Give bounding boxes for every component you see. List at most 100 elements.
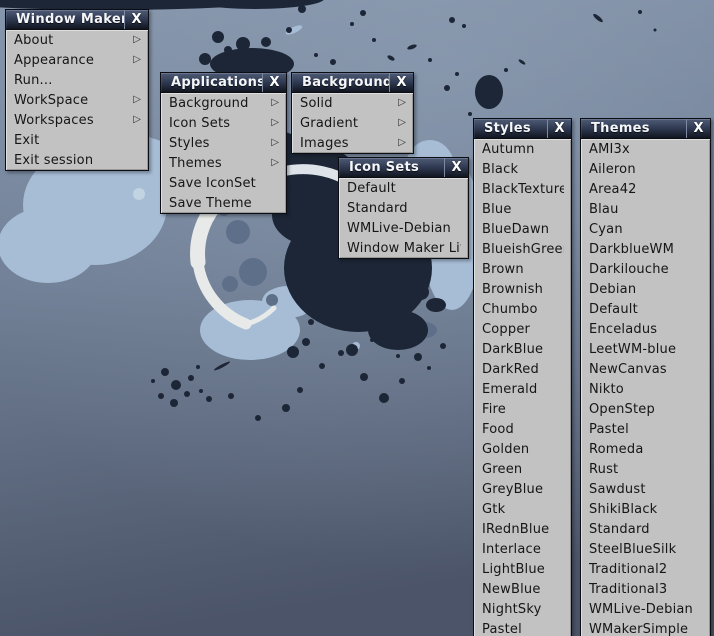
menu-item[interactable]: Blau <box>581 199 710 219</box>
menu-item[interactable]: Save IconSet <box>161 173 286 193</box>
menu-item[interactable]: Golden <box>474 439 571 459</box>
menu-item[interactable]: BlueishGreen <box>474 239 571 259</box>
menu-item-label: Golden <box>482 442 564 457</box>
menu-item-label: Run... <box>14 73 141 88</box>
menu-item[interactable]: Emerald <box>474 379 571 399</box>
menu-item[interactable]: NightSky <box>474 599 571 619</box>
menu-item[interactable]: Fire <box>474 399 571 419</box>
menu-item[interactable]: BlueDawn <box>474 219 571 239</box>
menu-item[interactable]: Standard <box>581 519 710 539</box>
menu-item[interactable]: Default <box>581 299 710 319</box>
menu-item[interactable]: Gtk <box>474 499 571 519</box>
close-button[interactable]: X <box>389 73 413 92</box>
menu-item[interactable]: Gradient▷ <box>292 113 413 133</box>
menu-item[interactable]: Green <box>474 459 571 479</box>
menu-item[interactable]: Aileron <box>581 159 710 179</box>
titlebar-window-maker[interactable]: Window Maker X <box>5 9 149 30</box>
menu-item[interactable]: DarkBlue <box>474 339 571 359</box>
menu-item-label: DarkRed <box>482 362 564 377</box>
titlebar-themes[interactable]: Themes X <box>580 118 711 139</box>
menu-item[interactable]: Brownish <box>474 279 571 299</box>
titlebar-styles[interactable]: Styles X <box>473 118 572 139</box>
submenu-arrow-icon: ▷ <box>271 118 279 128</box>
menu-item[interactable]: Brown <box>474 259 571 279</box>
menu-item[interactable]: DarkRed <box>474 359 571 379</box>
close-button[interactable]: X <box>686 119 710 138</box>
close-button[interactable]: X <box>547 119 571 138</box>
menu-item[interactable]: NewCanvas <box>581 359 710 379</box>
titlebar-applications[interactable]: Applications X <box>160 72 287 93</box>
close-icon: X <box>554 122 564 135</box>
menu-item[interactable]: BlackTexture <box>474 179 571 199</box>
menu-item[interactable]: Nikto <box>581 379 710 399</box>
menu-item[interactable]: Copper <box>474 319 571 339</box>
menu-item[interactable]: LeetWM-blue <box>581 339 710 359</box>
menu-item-label: Exit session <box>14 153 141 168</box>
menu-item[interactable]: Solid▷ <box>292 93 413 113</box>
menu-item[interactable]: Pastel <box>581 419 710 439</box>
menu-item[interactable]: Sawdust <box>581 479 710 499</box>
menu-item[interactable]: Enceladus <box>581 319 710 339</box>
menu-title: Themes <box>581 119 686 138</box>
menu-item[interactable]: Run... <box>6 70 148 90</box>
menu-item[interactable]: Images▷ <box>292 133 413 153</box>
menu-item[interactable]: Styles▷ <box>161 133 286 153</box>
menu-item[interactable]: Autumn <box>474 139 571 159</box>
menu-item[interactable]: Default <box>339 178 468 198</box>
menu-item[interactable]: Exit <box>6 130 148 150</box>
menu-item[interactable]: Traditional3 <box>581 579 710 599</box>
menu-item[interactable]: WMakerSimple <box>581 619 710 636</box>
menu-item[interactable]: DarkblueWM <box>581 239 710 259</box>
menu-item[interactable]: IRednBlue <box>474 519 571 539</box>
titlebar-icon-sets[interactable]: Icon Sets X <box>338 157 469 178</box>
menu-item[interactable]: Workspaces▷ <box>6 110 148 130</box>
menu-item-label: Themes <box>169 156 267 171</box>
menu-item[interactable]: WMLive-Debian <box>339 218 468 238</box>
menu-item[interactable]: Romeda <box>581 439 710 459</box>
menu-item[interactable]: GreyBlue <box>474 479 571 499</box>
menu-item[interactable]: Blue <box>474 199 571 219</box>
menu-item[interactable]: NewBlue <box>474 579 571 599</box>
menu-item[interactable]: WMLive-Debian <box>581 599 710 619</box>
menu-title: Window Maker <box>6 10 124 29</box>
menu-item[interactable]: Black <box>474 159 571 179</box>
submenu-arrow-icon: ▷ <box>133 115 141 125</box>
menu-background: Background X Solid▷Gradient▷Images▷ <box>291 72 414 154</box>
close-button[interactable]: X <box>444 158 468 177</box>
menu-item-label: Standard <box>589 522 703 537</box>
menu-item[interactable]: Themes▷ <box>161 153 286 173</box>
menu-item[interactable]: LightBlue <box>474 559 571 579</box>
menu-item[interactable]: Darkilouche <box>581 259 710 279</box>
menu-item[interactable]: ShikiBlack <box>581 499 710 519</box>
menu-item-label: Emerald <box>482 382 564 397</box>
menu-item[interactable]: Rust <box>581 459 710 479</box>
menu-item[interactable]: Debian <box>581 279 710 299</box>
menu-item[interactable]: Save Theme <box>161 193 286 213</box>
menu-item-label: Appearance <box>14 53 129 68</box>
menu-item[interactable]: About▷ <box>6 30 148 50</box>
menu-item[interactable]: OpenStep <box>581 399 710 419</box>
menu-item[interactable]: Pastel <box>474 619 571 636</box>
menu-item-label: Images <box>300 136 394 151</box>
menu-item[interactable]: Food <box>474 419 571 439</box>
menu-item[interactable]: SteelBlueSilk <box>581 539 710 559</box>
menu-item[interactable]: Chumbo <box>474 299 571 319</box>
close-button[interactable]: X <box>124 10 148 29</box>
menu-item[interactable]: WorkSpace▷ <box>6 90 148 110</box>
menu-item[interactable]: Icon Sets▷ <box>161 113 286 133</box>
menu-item[interactable]: Traditional2 <box>581 559 710 579</box>
titlebar-background[interactable]: Background X <box>291 72 414 93</box>
menu-item[interactable]: Area42 <box>581 179 710 199</box>
menu-item[interactable]: Window Maker Live <box>339 238 468 258</box>
menu-item-label: BlueishGreen <box>482 242 564 257</box>
menu-item[interactable]: Cyan <box>581 219 710 239</box>
menu-item[interactable]: AMI3x <box>581 139 710 159</box>
menu-item[interactable]: Interlace <box>474 539 571 559</box>
menu-item[interactable]: Standard <box>339 198 468 218</box>
menu-item[interactable]: Appearance▷ <box>6 50 148 70</box>
menu-item[interactable]: Background▷ <box>161 93 286 113</box>
menu-icon-sets: Icon Sets X Default StandardWMLive-Debian… <box>338 157 469 259</box>
close-button[interactable]: X <box>262 73 286 92</box>
menu-item-label: Default <box>347 181 461 196</box>
menu-item[interactable]: Exit session <box>6 150 148 170</box>
